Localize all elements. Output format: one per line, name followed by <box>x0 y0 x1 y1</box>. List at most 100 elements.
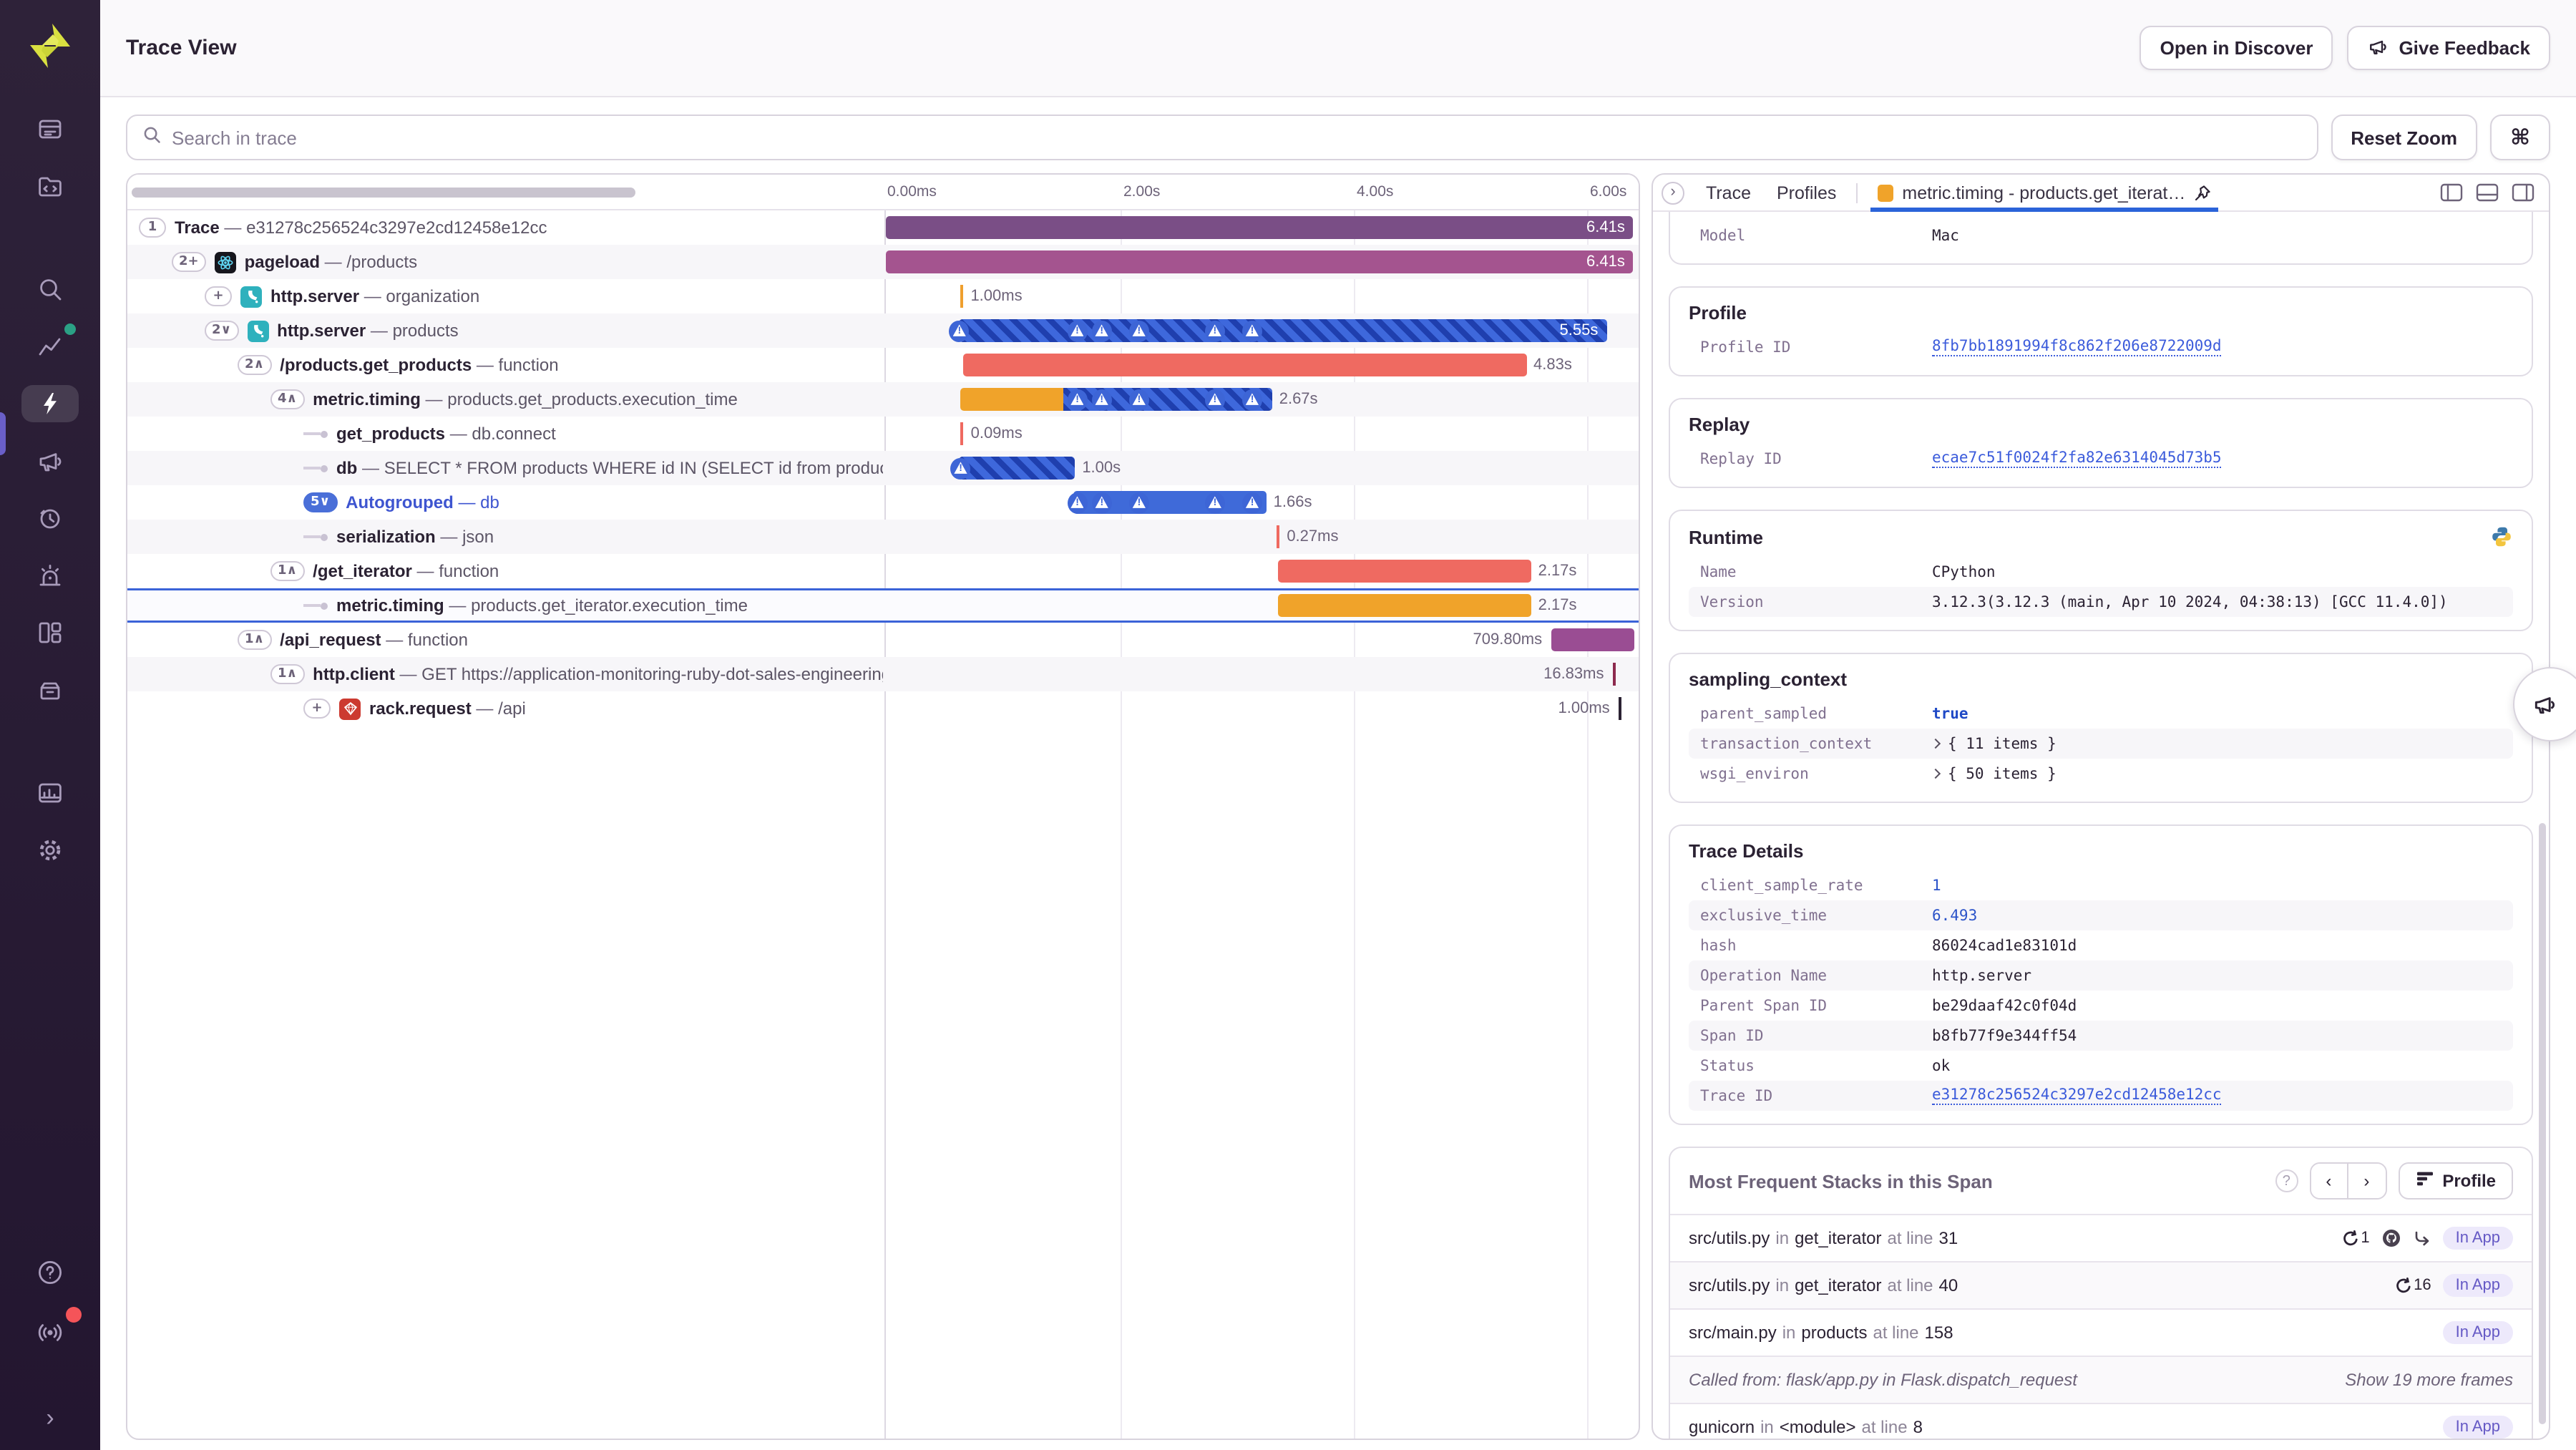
tab-trace[interactable]: Trace <box>1696 175 1761 210</box>
prev-stack-button[interactable]: ‹ <box>2311 1164 2348 1198</box>
warning-icon[interactable] <box>1204 492 1225 513</box>
span-tree-row[interactable]: metric.timing — products.get_iterator.ex… <box>127 588 1639 623</box>
span-duration-bar[interactable] <box>1277 560 1531 583</box>
sidebar-item-issues[interactable] <box>21 110 79 147</box>
span-duration-bar[interactable] <box>962 354 1527 376</box>
layout-bottom-icon[interactable] <box>2476 183 2499 202</box>
sidebar-item-dashboards[interactable] <box>21 614 79 651</box>
layout-right-icon[interactable] <box>2512 183 2534 202</box>
span-children-badge[interactable]: 1∧ <box>238 630 272 650</box>
horizontal-scrollbar[interactable] <box>132 188 635 198</box>
span-duration-tick[interactable] <box>1612 663 1616 686</box>
sidebar-item-alerts[interactable] <box>21 557 79 594</box>
span-tree-row[interactable]: + rack.request — /api 1.00ms <box>127 691 1639 726</box>
sidebar-item-replays[interactable] <box>21 500 79 537</box>
sidebar-item-search[interactable] <box>21 271 79 308</box>
span-children-badge[interactable]: 4∧ <box>270 389 305 409</box>
span-tree-row[interactable]: + http.server — organization 1.00ms <box>127 279 1639 313</box>
sidebar-collapse-icon[interactable]: › <box>46 1406 54 1430</box>
span-tree-row[interactable]: 2+ pageload — /products 6.41s <box>127 245 1639 279</box>
span-children-badge[interactable]: 2∨ <box>205 321 239 341</box>
broadcast-icon[interactable] <box>21 1307 82 1351</box>
kv-value[interactable]: ecae7c51f0024f2fa82e6314045d73b5 <box>1932 449 2222 468</box>
sidebar-item-releases[interactable] <box>21 671 79 709</box>
search-box[interactable] <box>126 115 2318 160</box>
profile-button[interactable]: Profile <box>2398 1162 2513 1200</box>
stack-frame-row[interactable]: gunicorn in <module> at line 8 In App <box>1670 1403 2532 1439</box>
tab-profiles[interactable]: Profiles <box>1767 175 1846 210</box>
span-children-badge[interactable]: 2+ <box>172 252 206 272</box>
stack-frame-row[interactable]: Called from: flask/app.py in Flask.dispa… <box>1670 1356 2532 1403</box>
warning-icon[interactable] <box>1067 320 1088 341</box>
warning-icon[interactable] <box>1128 492 1149 513</box>
warning-icon[interactable] <box>1241 320 1262 341</box>
span-children-badge[interactable]: 1∧ <box>270 561 305 581</box>
panel-collapse-icon[interactable]: › <box>1662 181 1684 204</box>
sentry-logo-icon[interactable] <box>23 19 77 73</box>
warning-icon[interactable] <box>1242 492 1263 513</box>
span-tree-row[interactable]: 2∨ http.server — products 5.55s <box>127 313 1639 348</box>
warning-icon[interactable] <box>1128 320 1149 341</box>
span-duration-bar[interactable] <box>960 388 1272 411</box>
span-duration-tick[interactable] <box>1277 525 1280 548</box>
span-duration-tick[interactable] <box>960 285 964 308</box>
stack-frame-row[interactable]: src/utils.py in get_iterator at line 40 16 In … <box>1670 1261 2532 1308</box>
github-icon[interactable] <box>2381 1228 2401 1248</box>
warning-icon[interactable] <box>1242 389 1263 410</box>
tab-active-span[interactable]: metric.timing - products.get_iterat… <box>1868 175 2221 212</box>
kv-value[interactable]: e31278c256524c3297e2cd12458e12cc <box>1932 1086 2222 1105</box>
warning-icon[interactable] <box>1091 389 1112 410</box>
span-duration-tick[interactable] <box>960 422 964 445</box>
stack-frame-row[interactable]: src/main.py in products at line 158 In App <box>1670 1308 2532 1356</box>
warning-icon[interactable] <box>1091 320 1112 341</box>
span-tree-row[interactable]: 1∧ http.client — GET https://application-… <box>127 657 1639 691</box>
sidebar-item-settings[interactable] <box>21 832 79 869</box>
span-duration-bar[interactable] <box>959 319 1607 342</box>
show-more-frames-link[interactable]: Show 19 more frames <box>2345 1370 2513 1390</box>
span-tree-row[interactable]: 1 Trace — e31278c256524c3297e2cd12458e12c… <box>127 210 1639 245</box>
span-children-badge[interactable]: 1∧ <box>270 664 305 684</box>
kv-value[interactable]: { 50 items } <box>1930 765 2057 782</box>
span-children-badge[interactable]: 2∧ <box>238 355 272 375</box>
warning-icon[interactable] <box>1204 320 1225 341</box>
open-stacktrace-icon[interactable] <box>2413 1229 2431 1247</box>
span-children-badge[interactable]: + <box>303 699 331 719</box>
span-duration-bar[interactable] <box>1551 628 1634 651</box>
stack-frame-row[interactable]: src/utils.py in get_iterator at line 31 1 In A… <box>1670 1214 2532 1261</box>
warning-icon[interactable] <box>1128 389 1149 410</box>
span-tree-row[interactable]: 1∧ /get_iterator — function 2.17s <box>127 554 1639 588</box>
span-tree-row[interactable]: 5∨ Autogrouped — db 1.66s <box>127 485 1639 520</box>
help-icon[interactable]: ? <box>2275 1169 2298 1192</box>
give-feedback-button[interactable]: Give Feedback <box>2347 26 2550 70</box>
sidebar-item-feedback[interactable] <box>21 442 79 480</box>
span-duration-tick[interactable] <box>1618 697 1621 720</box>
kv-value[interactable]: 8fb7bb1891994f8c862f206e8722009d <box>1932 338 2222 356</box>
span-tree-row[interactable]: serialization — json 0.27ms <box>127 520 1639 554</box>
command-shortcut-button[interactable]: ⌘ <box>2490 115 2550 160</box>
span-tree-row[interactable]: 4∧ metric.timing — products.get_products.… <box>127 382 1639 417</box>
warning-icon[interactable] <box>1091 492 1112 513</box>
reset-zoom-button[interactable]: Reset Zoom <box>2331 115 2477 160</box>
open-in-discover-button[interactable]: Open in Discover <box>2140 26 2333 70</box>
span-duration-bar[interactable] <box>886 250 1634 273</box>
span-tree-row[interactable]: 1∧ /api_request — function 709.80ms <box>127 623 1639 657</box>
span-children-badge[interactable]: 1 <box>139 218 166 238</box>
span-duration-bar[interactable] <box>958 457 1075 480</box>
span-tree-row[interactable]: db — SELECT * FROM products WHERE id IN … <box>127 451 1639 485</box>
span-children-badge[interactable]: 5∨ <box>303 492 338 512</box>
sidebar-item-projects[interactable] <box>21 167 79 205</box>
warning-icon[interactable] <box>1067 389 1088 410</box>
sidebar-item-insights[interactable] <box>21 323 79 365</box>
layout-left-icon[interactable] <box>2440 183 2463 202</box>
warning-icon[interactable] <box>1204 389 1225 410</box>
span-tree-row[interactable]: get_products — db.connect 0.09ms <box>127 417 1639 451</box>
span-duration-bar[interactable] <box>1277 594 1531 617</box>
expand-chevron-icon[interactable] <box>1930 738 1941 749</box>
search-input[interactable] <box>172 127 2303 148</box>
sidebar-item-performance[interactable] <box>21 385 79 422</box>
pin-icon[interactable] <box>2194 184 2211 201</box>
span-duration-bar[interactable] <box>886 216 1634 239</box>
next-stack-button[interactable]: › <box>2348 1164 2386 1198</box>
kv-value[interactable]: { 11 items } <box>1930 735 2057 752</box>
help-icon[interactable] <box>21 1254 79 1291</box>
